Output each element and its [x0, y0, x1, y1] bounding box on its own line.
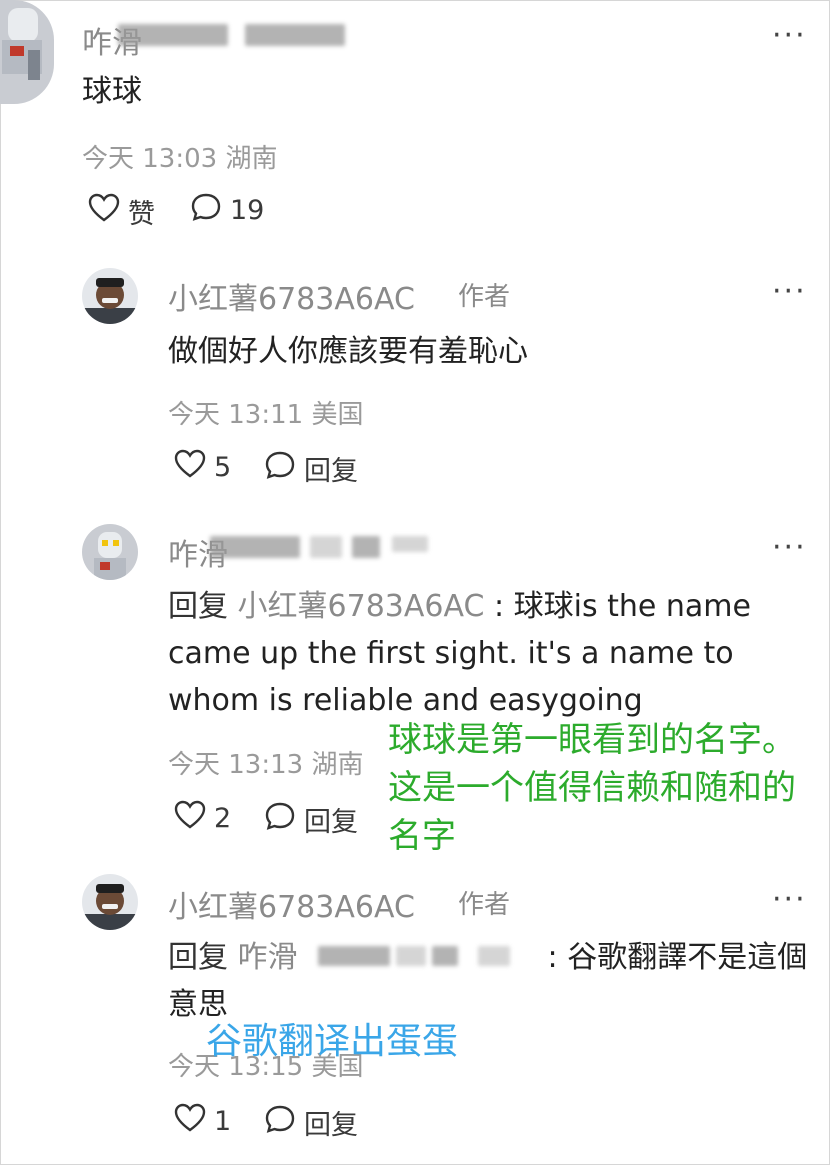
- comment-bubble-icon: [264, 1104, 296, 1141]
- heart-icon: [174, 800, 206, 837]
- like-button[interactable]: 2: [174, 800, 231, 837]
- more-icon[interactable]: ···: [772, 533, 807, 563]
- comment-bubble-icon: [264, 450, 296, 487]
- reply-button[interactable]: 19: [190, 192, 264, 229]
- redacted-username: [392, 536, 428, 552]
- redacted-username: [352, 536, 380, 558]
- redacted-username: [432, 946, 458, 966]
- like-button[interactable]: 赞: [88, 192, 155, 231]
- comment-text: 回复 小红薯6783A6AC : 球球is the name came up t…: [168, 589, 751, 718]
- avatar[interactable]: [82, 524, 138, 580]
- redacted-username: [118, 24, 228, 46]
- like-label: 赞: [128, 199, 155, 230]
- comment-bubble-icon: [264, 801, 296, 838]
- redacted-username: [396, 946, 426, 966]
- reply-button[interactable]: 回复: [264, 800, 358, 839]
- username[interactable]: 小红薯6783A6AC: [168, 274, 415, 318]
- comment-bubble-icon: [190, 192, 222, 229]
- like-count: 1: [214, 1106, 232, 1137]
- reply-button[interactable]: 回复: [264, 1103, 358, 1142]
- location: 湖南: [311, 750, 364, 780]
- timestamp: 今天 13:11: [168, 400, 304, 430]
- timestamp: 今天 13:13: [168, 750, 304, 780]
- comment-text: 做個好人你應該要有羞恥心: [168, 334, 528, 369]
- reply-prefix: 回复: [168, 940, 228, 975]
- like-button[interactable]: 1: [174, 1103, 231, 1140]
- heart-icon: [174, 449, 206, 486]
- reply-prefix: 回复: [168, 589, 228, 624]
- more-icon[interactable]: ···: [772, 21, 807, 51]
- translation-annotation: 球球是第一眼看到的名字。这是一个值得信赖和随和的名字: [388, 720, 796, 856]
- location: 美国: [311, 400, 364, 430]
- comment-meta: 今天 13:11 美国: [168, 394, 363, 431]
- comment-text: 球球: [82, 74, 142, 109]
- more-icon[interactable]: ···: [772, 277, 807, 307]
- author-badge: 作者: [458, 890, 511, 920]
- username[interactable]: 小红薯6783A6AC: [168, 882, 415, 926]
- reply-button[interactable]: 回复: [264, 449, 358, 488]
- comment-meta: 今天 13:03 湖南: [82, 138, 277, 175]
- redacted-username: [245, 24, 345, 46]
- like-count: 2: [214, 803, 232, 834]
- redacted-username: [210, 536, 300, 558]
- reply-target[interactable]: 咋滑: [238, 940, 298, 975]
- comment-meta: 今天 13:13 湖南: [168, 744, 363, 781]
- reply-label: 回复: [304, 807, 358, 838]
- redacted-username: [310, 536, 342, 558]
- reply-target[interactable]: 小红薯6783A6AC: [238, 589, 485, 624]
- like-count: 5: [214, 452, 232, 483]
- redacted-username: [478, 946, 510, 966]
- translation-annotation: 谷歌翻译出蛋蛋: [206, 1021, 459, 1062]
- heart-icon: [88, 193, 120, 230]
- like-button[interactable]: 5: [174, 449, 231, 486]
- location: 湖南: [225, 144, 278, 174]
- more-icon[interactable]: ···: [772, 885, 807, 915]
- redacted-username: [318, 946, 390, 966]
- author-badge: 作者: [458, 282, 511, 312]
- reply-count: 19: [230, 195, 265, 226]
- reply-label: 回复: [304, 456, 358, 487]
- timestamp: 今天 13:03: [82, 144, 218, 174]
- heart-icon: [174, 1103, 206, 1140]
- avatar[interactable]: [82, 874, 138, 930]
- reply-label: 回复: [304, 1110, 358, 1141]
- avatar[interactable]: [82, 268, 138, 324]
